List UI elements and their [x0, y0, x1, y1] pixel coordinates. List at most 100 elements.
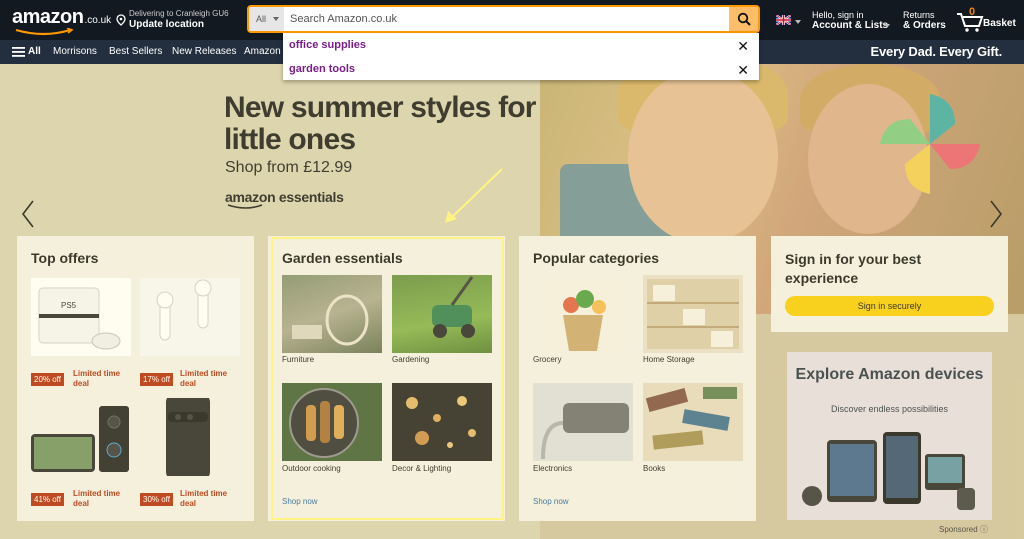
tile-furniture-image[interactable]	[282, 275, 382, 353]
carousel-next-icon[interactable]	[988, 199, 1004, 229]
search-suggestions: office supplies ✕ garden tools ✕	[283, 33, 759, 80]
product-pixel-phone-image[interactable]	[140, 394, 240, 480]
devices-subtitle: Discover endless possibilities	[830, 404, 949, 414]
product-airpods-image[interactable]	[140, 278, 240, 356]
card-title: Top offers	[31, 250, 99, 266]
tile-books-image[interactable]	[643, 383, 743, 461]
account-label: Account & Lists	[812, 20, 889, 31]
hero-headline: New summer styles for little ones	[224, 91, 536, 156]
tile-electronics-image[interactable]	[533, 383, 633, 461]
devices-icon	[802, 432, 975, 510]
brand-smile-icon	[227, 204, 263, 209]
carousel-prev-icon[interactable]	[20, 199, 36, 229]
tile-outdoor-cooking-image[interactable]	[282, 383, 382, 461]
suggestion-text: garden tools	[289, 63, 356, 75]
search-input[interactable]	[285, 7, 729, 31]
tile-label: Home Storage	[643, 355, 695, 364]
account-caret-icon	[884, 24, 890, 28]
tile-label: Decor & Lighting	[392, 464, 452, 473]
delivery-line2: Update location	[129, 19, 205, 30]
nav-item-morrisons[interactable]: Morrisons	[53, 46, 97, 57]
shelves-icon	[647, 279, 739, 349]
tile-home-storage-image[interactable]	[643, 275, 743, 353]
tile-label: Outdoor cooking	[282, 464, 341, 473]
location-pin-icon	[116, 14, 126, 26]
account-lists[interactable]: Hello, sign in Account & Lists	[812, 10, 888, 31]
tile-grocery-image[interactable]	[533, 275, 633, 353]
nav-item-new-releases[interactable]: New Releases	[172, 46, 236, 57]
search-bar: All	[247, 5, 760, 33]
card-title: Popular categories	[533, 250, 660, 266]
devices-ad[interactable]: Explore Amazon devices Discover endless …	[787, 352, 992, 520]
deal-badge: 17% off	[140, 373, 173, 386]
returns-line1: Returns	[903, 10, 935, 20]
phone-icon	[166, 394, 210, 480]
swing-chair-icon	[292, 294, 369, 346]
suggestion-text: office supplies	[289, 39, 367, 51]
nav-all[interactable]: All	[28, 46, 41, 57]
pinwheel-icon	[880, 94, 980, 194]
search-button[interactable]	[729, 7, 758, 31]
tile-label: Gardening	[392, 355, 430, 364]
remove-suggestion-icon[interactable]: ✕	[737, 38, 749, 55]
sponsored-text: Sponsored	[939, 525, 978, 534]
category-caret-icon	[273, 17, 279, 21]
nav-item-best-sellers[interactable]: Best Sellers	[109, 46, 162, 57]
tile-label: Grocery	[533, 355, 562, 364]
tile-decor-lighting-image[interactable]	[392, 383, 492, 461]
devices-title: Explore Amazon devices	[795, 366, 984, 383]
fairy-lights-icon	[406, 396, 476, 448]
account-greeting: Hello, sign in	[812, 10, 864, 20]
amazon-logo[interactable]: amazon.co.uk	[12, 6, 111, 36]
child-face	[628, 69, 778, 244]
basket-count: 0	[969, 6, 976, 18]
info-icon[interactable]: ⓘ	[980, 525, 988, 534]
deal-label: Limited time deal	[180, 369, 228, 388]
remove-suggestion-icon[interactable]: ✕	[737, 62, 749, 79]
deal-label: Limited time deal	[73, 369, 121, 388]
tile-label: Furniture	[282, 355, 315, 364]
uk-flag-icon[interactable]	[776, 15, 791, 25]
product-doorbell-image[interactable]	[31, 398, 131, 476]
search-icon	[737, 12, 751, 26]
sponsored-label: Sponsored ⓘ	[939, 524, 988, 535]
search-category-label: All	[256, 14, 267, 24]
basket[interactable]: 0 Basket	[956, 6, 1016, 34]
language-caret-icon	[795, 20, 801, 24]
deal-badge: 30% off	[140, 493, 173, 506]
suggestion-item[interactable]: office supplies ✕	[283, 33, 759, 56]
hamburger-menu-icon[interactable]	[12, 47, 25, 57]
product-ps5-image[interactable]: PS5	[31, 278, 131, 356]
logo-smile-icon	[15, 28, 74, 36]
deal-badge: 41% off	[31, 493, 64, 506]
pointer-arrow-icon	[445, 168, 503, 223]
card-top-offers: Top offers PS5 20% off Limited time deal…	[17, 236, 254, 521]
ps5-icon: PS5	[38, 287, 121, 350]
svg-text:PS5: PS5	[61, 301, 77, 310]
returns-orders[interactable]: Returns & Orders	[903, 10, 946, 31]
search-category-select[interactable]: All	[249, 7, 284, 31]
delivery-line1: Delivering to Cranleigh GU6	[129, 9, 229, 18]
card-garden-essentials: Garden essentials Furniture Gardening Ou…	[268, 236, 505, 521]
card-popular-categories: Popular categories Grocery Home Storage …	[519, 236, 756, 521]
shop-now-link[interactable]: Shop now	[533, 497, 569, 506]
suggestion-item[interactable]: garden tools ✕	[283, 57, 759, 80]
doorbell-icon	[31, 406, 129, 472]
tile-gardening-image[interactable]	[392, 275, 492, 353]
nav-item-amazon[interactable]: Amazon	[244, 46, 281, 57]
tile-label: Electronics	[533, 464, 573, 473]
delivery-location[interactable]: Delivering to Cranleigh GU6 Update locat…	[116, 8, 241, 32]
nav-promo[interactable]: Every Dad. Every Gift.	[871, 44, 1003, 59]
sign-in-button[interactable]: Sign in securely	[785, 296, 994, 316]
hero-brand: amazon essentials	[225, 189, 344, 205]
barbecue-icon	[289, 388, 359, 458]
card-sign-in: Sign in for your best experience Sign in…	[771, 236, 1008, 332]
card-title: Sign in for your best experience	[785, 251, 922, 286]
deal-badge: 20% off	[31, 373, 64, 386]
power-bank-icon	[541, 403, 629, 460]
earbuds-icon	[156, 279, 212, 341]
lawnmower-icon	[432, 276, 475, 338]
returns-line2: & Orders	[903, 20, 946, 31]
shop-now-link[interactable]: Shop now	[282, 497, 318, 506]
deal-label: Limited time deal	[180, 489, 228, 508]
